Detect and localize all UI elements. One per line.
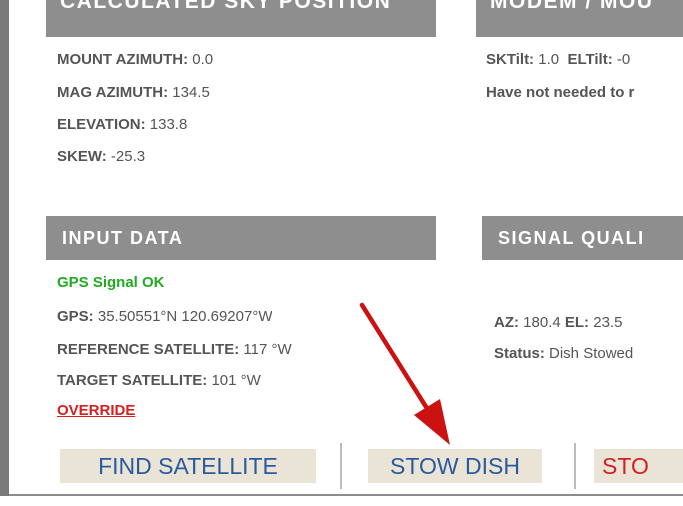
az-value: 180.4 [523,314,561,331]
modem-note-row: Have not needed to r [486,84,683,101]
tilt-row: SKTilt: 1.0 ELTilt: -0 [486,51,683,68]
elevation-value: 133.8 [149,116,188,133]
el-value: 23.5 [593,314,623,331]
reference-satellite-label: REFERENCE SATELLITE: [57,341,240,358]
target-satellite-row: TARGET SATELLITE: 101 °W [57,372,261,389]
button-divider [574,443,576,489]
red-pointer-arrow-icon [359,302,450,445]
gps-label: GPS: [57,308,94,325]
modem-title: MODEM / MOU [490,0,654,13]
mag-azimuth-value: 134.5 [172,84,210,101]
stow-dish-page: CALCULATED SKY POSITION MODEM / MOU MOUN… [0,0,683,506]
mount-azimuth-label: MOUNT AZIMUTH: [57,51,189,68]
eltilt-value: -0 [616,51,631,68]
stow-dish-button[interactable]: STOW DISH [368,449,542,483]
gps-status: GPS Signal OK [57,274,165,291]
elevation-row: ELEVATION: 133.8 [57,116,187,133]
override-link[interactable]: OVERRIDE [57,402,135,419]
el-label: EL: [564,314,590,331]
az-el-row: AZ: 180.4 EL: 23.5 [494,314,683,331]
skew-value: -25.3 [110,148,146,165]
mount-azimuth-value: 0.0 [192,51,214,68]
sky-position-title: CALCULATED SKY POSITION [60,0,392,13]
status-row: Status: Dish Stowed [494,345,683,362]
left-border [0,0,9,506]
reference-satellite-value: 117 °W [243,341,292,358]
sktilt-label: SKTilt: [486,51,535,68]
gps-row: GPS: 35.50551°N 120.69207°W [57,308,272,325]
bottom-margin [0,496,683,506]
mount-azimuth-row: MOUNT AZIMUTH: 0.0 [57,51,213,68]
gps-value: 35.50551°N 120.69207°W [97,308,273,325]
sky-position-header: CALCULATED SKY POSITION [46,0,436,37]
eltilt-label: ELTilt: [567,51,613,68]
mag-azimuth-row: MAG AZIMUTH: 134.5 [57,84,210,101]
sktilt-value: 1.0 [538,51,560,68]
signal-quality-title: SIGNAL QUALI [498,228,645,248]
signal-quality-header: SIGNAL QUALI [482,216,683,260]
skew-row: SKEW: -25.3 [57,148,145,165]
status-label: Status: [494,345,545,362]
button-divider [340,443,342,489]
elevation-label: ELEVATION: [57,116,146,133]
input-data-title: INPUT DATA [62,228,184,248]
find-satellite-button[interactable]: FIND SATELLITE [60,449,316,483]
target-satellite-value: 101 °W [211,372,261,389]
modem-note: Have not needed to r [486,84,635,101]
stop-button[interactable]: STO [594,449,683,483]
az-label: AZ: [494,314,519,331]
target-satellite-label: TARGET SATELLITE: [57,372,208,389]
modem-header: MODEM / MOU [476,0,683,37]
reference-satellite-row: REFERENCE SATELLITE: 117 °W [57,341,292,358]
skew-label: SKEW: [57,148,107,165]
status-value: Dish Stowed [549,345,634,362]
input-data-header: INPUT DATA [46,216,436,260]
mag-azimuth-label: MAG AZIMUTH: [57,84,169,101]
